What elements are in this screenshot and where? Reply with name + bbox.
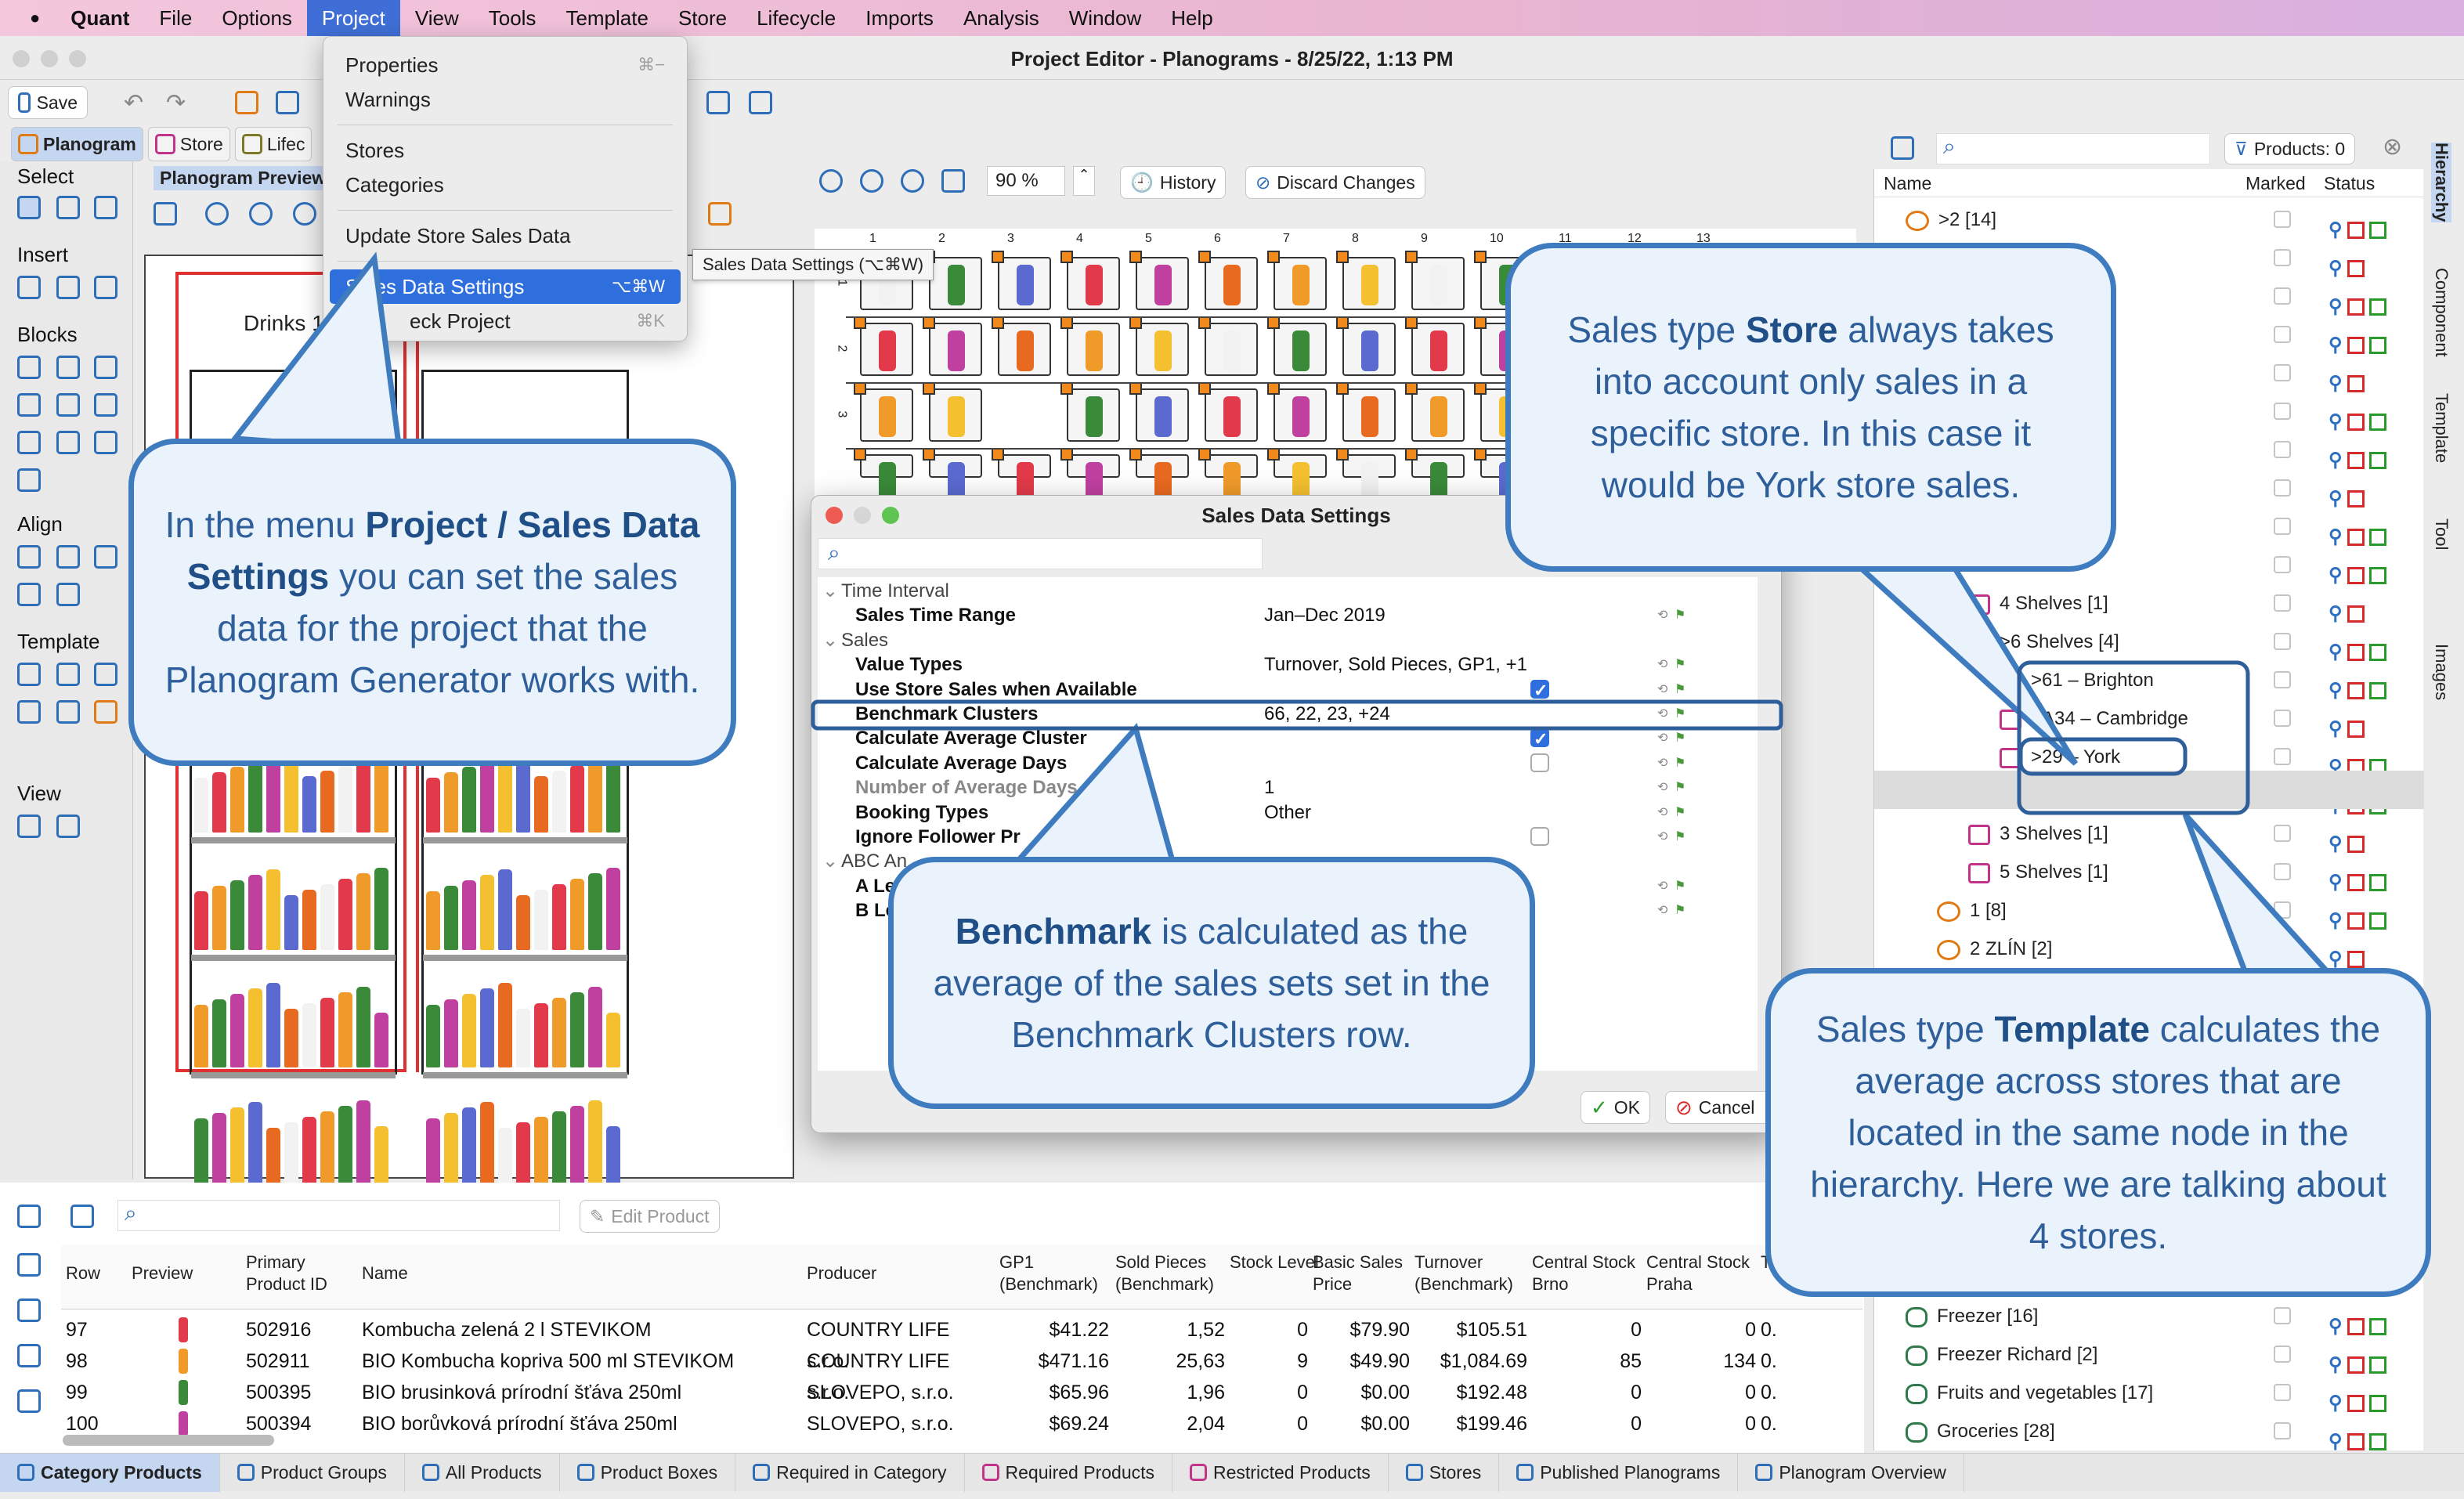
callout-benchmark: Benchmark is calculated as the average o…	[888, 857, 1535, 1109]
pointer-benchmark-callout	[1004, 722, 1179, 872]
highlight-benchmark-row	[811, 699, 1783, 731]
highlight-york-store	[2018, 737, 2188, 776]
pointer-store-callout	[1850, 545, 2078, 766]
callout-store-type: Sales type Store always takes into accou…	[1505, 243, 2116, 572]
callout-store-bold: Store	[1745, 309, 1838, 350]
pointer-menu-callout	[229, 251, 403, 453]
callout-menu-pre: In the menu	[164, 504, 366, 545]
pointer-template-callout	[2182, 812, 2340, 982]
callout-template-type: Sales type Template calculates the avera…	[1765, 968, 2431, 1297]
callout-project-menu: In the menu Project / Sales Data Setting…	[128, 439, 736, 766]
callout-template-bold: Template	[1994, 1009, 2151, 1049]
callout-benchmark-bold: Benchmark	[955, 911, 1152, 952]
callout-template-pre: Sales type	[1815, 1009, 1995, 1049]
callout-store-pre: Sales type	[1567, 309, 1746, 350]
